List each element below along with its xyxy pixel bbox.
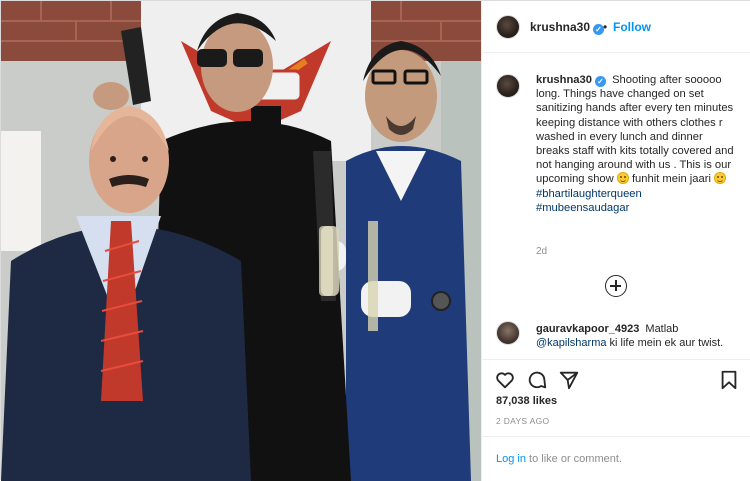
smiley-emoji-icon [616, 172, 629, 185]
header-separator: • [603, 20, 608, 34]
action-bar [482, 359, 750, 395]
comment-text-start: Matlab [645, 323, 679, 335]
author-username[interactable]: krushna30 ✓ [530, 20, 605, 35]
plus-circle-icon[interactable] [605, 275, 627, 297]
comment-item: gauravkapoor_4923 Matlab @kapilsharma ki… [536, 322, 736, 350]
paper-plane-icon[interactable] [558, 369, 580, 391]
post-caption: krushna30 ✓ Shooting after sooooo long. T… [536, 73, 738, 215]
caption-author-username-text[interactable]: krushna30 [536, 74, 592, 86]
login-prompt: Log in to like or comment. [482, 436, 750, 481]
post-photo-illustration [1, 1, 481, 481]
comment-mention-link[interactable]: @kapilsharma [536, 337, 606, 349]
hashtag-link-1[interactable]: #bhartilaughterqueen [536, 187, 738, 201]
login-prompt-rest: to like or comment. [529, 453, 622, 465]
comments-section[interactable]: krushna30 ✓ Shooting after sooooo long. T… [482, 54, 750, 359]
likes-count[interactable]: 87,038 likes [496, 395, 557, 407]
post-side-panel: krushna30 ✓ • Follow krushna30 ✓ Shooting … [481, 1, 750, 481]
comment-text-end: ki life mein ek aur twist. [609, 337, 724, 349]
commenter-username[interactable]: gauravkapoor_4923 [536, 323, 639, 335]
follow-button[interactable]: Follow [613, 20, 651, 34]
instagram-post-window: krushna30 ✓ • Follow krushna30 ✓ Shooting … [0, 0, 750, 481]
post-photo[interactable] [1, 1, 481, 481]
caption-text-2: funhit mein jaari [631, 173, 711, 186]
hashtag-link-2[interactable]: #mubeensaudagar [536, 201, 738, 215]
login-prompt-text: Log in to like or comment. [496, 453, 622, 465]
caption-author-username[interactable]: krushna30 ✓ [536, 74, 606, 87]
smiley-emoji-icon [714, 172, 727, 185]
post-date[interactable]: 2 DAYS AGO [496, 416, 549, 426]
login-link[interactable]: Log in [496, 453, 526, 465]
caption-author-avatar[interactable] [496, 74, 520, 98]
author-avatar[interactable] [496, 15, 520, 39]
post-header: krushna30 ✓ • Follow [482, 1, 750, 53]
verified-badge-icon: ✓ [594, 76, 606, 87]
comment-bubble-icon[interactable] [526, 369, 548, 391]
bookmark-icon[interactable] [718, 369, 740, 391]
author-username-text[interactable]: krushna30 [530, 20, 590, 34]
caption-text: Shooting after sooooo long. Things have … [536, 74, 734, 186]
heart-icon[interactable] [494, 369, 516, 391]
caption-timestamp[interactable]: 2d [536, 246, 547, 257]
commenter-avatar[interactable] [496, 321, 520, 345]
